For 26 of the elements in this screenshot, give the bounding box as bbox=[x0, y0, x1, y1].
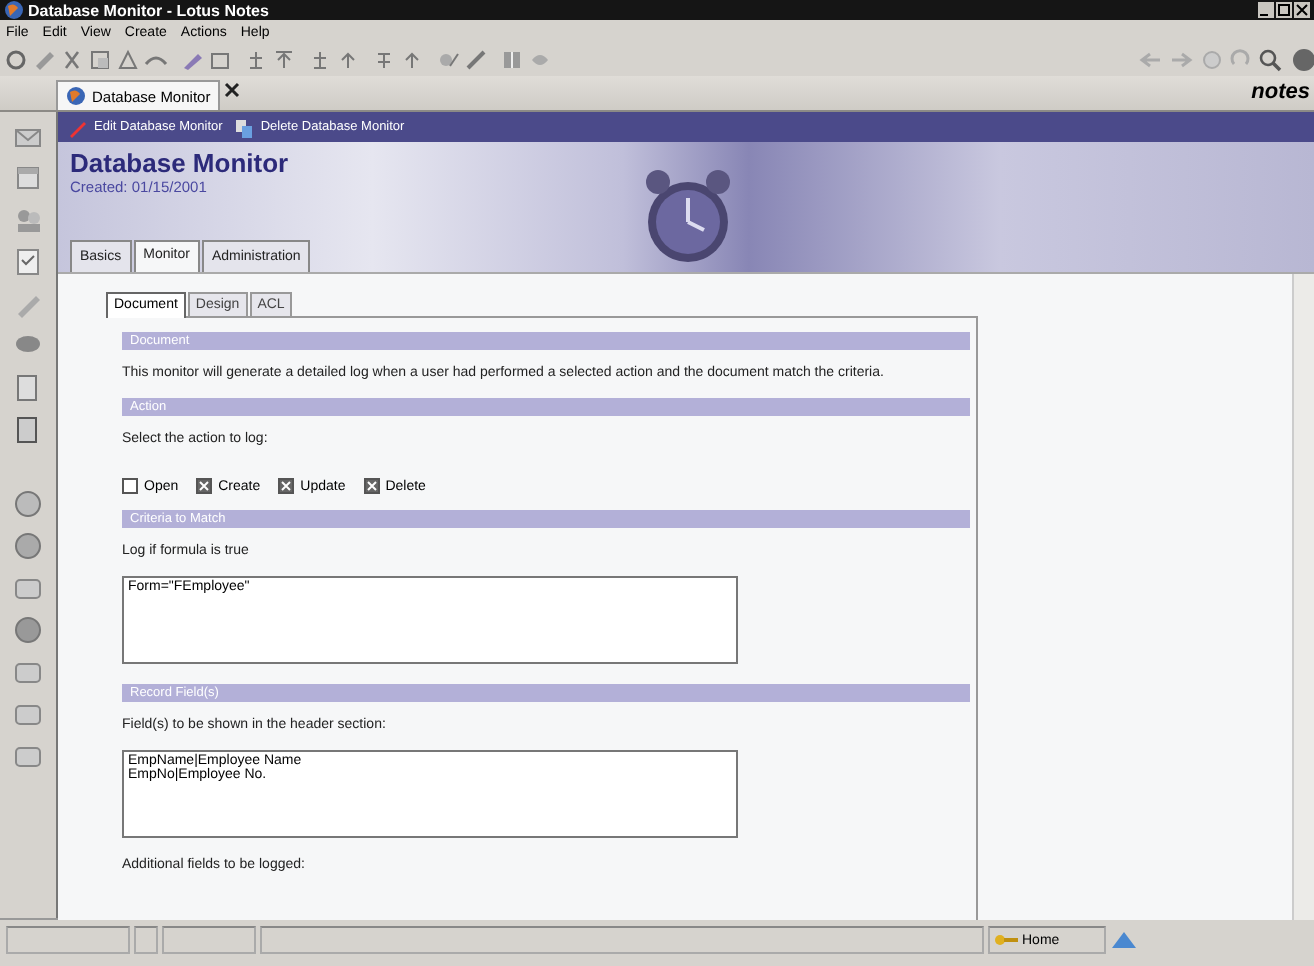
brand-label: notes bbox=[1251, 80, 1310, 104]
checkbox[interactable] bbox=[363, 478, 380, 494]
back-icon[interactable] bbox=[1138, 48, 1162, 72]
checkbox[interactable] bbox=[278, 478, 295, 494]
key-icon bbox=[994, 932, 1018, 948]
status-segment bbox=[134, 926, 158, 954]
status-segment bbox=[6, 926, 130, 954]
status-segment bbox=[162, 926, 256, 954]
form-title: Database Monitor bbox=[70, 148, 291, 178]
stop-icon[interactable] bbox=[1202, 48, 1222, 72]
documents-icon bbox=[234, 117, 255, 137]
restore-icon[interactable] bbox=[1276, 2, 1292, 18]
forward-icon[interactable] bbox=[1170, 48, 1194, 72]
scrollbar[interactable] bbox=[1292, 274, 1314, 920]
connection-icon[interactable] bbox=[1110, 928, 1138, 952]
search-icon[interactable] bbox=[1258, 48, 1282, 72]
checklist-icon[interactable] bbox=[12, 246, 44, 278]
window-title: Database Monitor - Lotus Notes bbox=[28, 1, 269, 19]
app-icon bbox=[4, 0, 24, 20]
people-icon[interactable] bbox=[12, 204, 44, 236]
close-icon[interactable] bbox=[224, 82, 241, 98]
calendar-icon[interactable] bbox=[12, 162, 44, 194]
checkbox[interactable] bbox=[196, 478, 213, 494]
checkbox[interactable] bbox=[122, 478, 138, 494]
close-icon[interactable] bbox=[1294, 2, 1310, 18]
minimize-icon[interactable] bbox=[1258, 2, 1274, 18]
